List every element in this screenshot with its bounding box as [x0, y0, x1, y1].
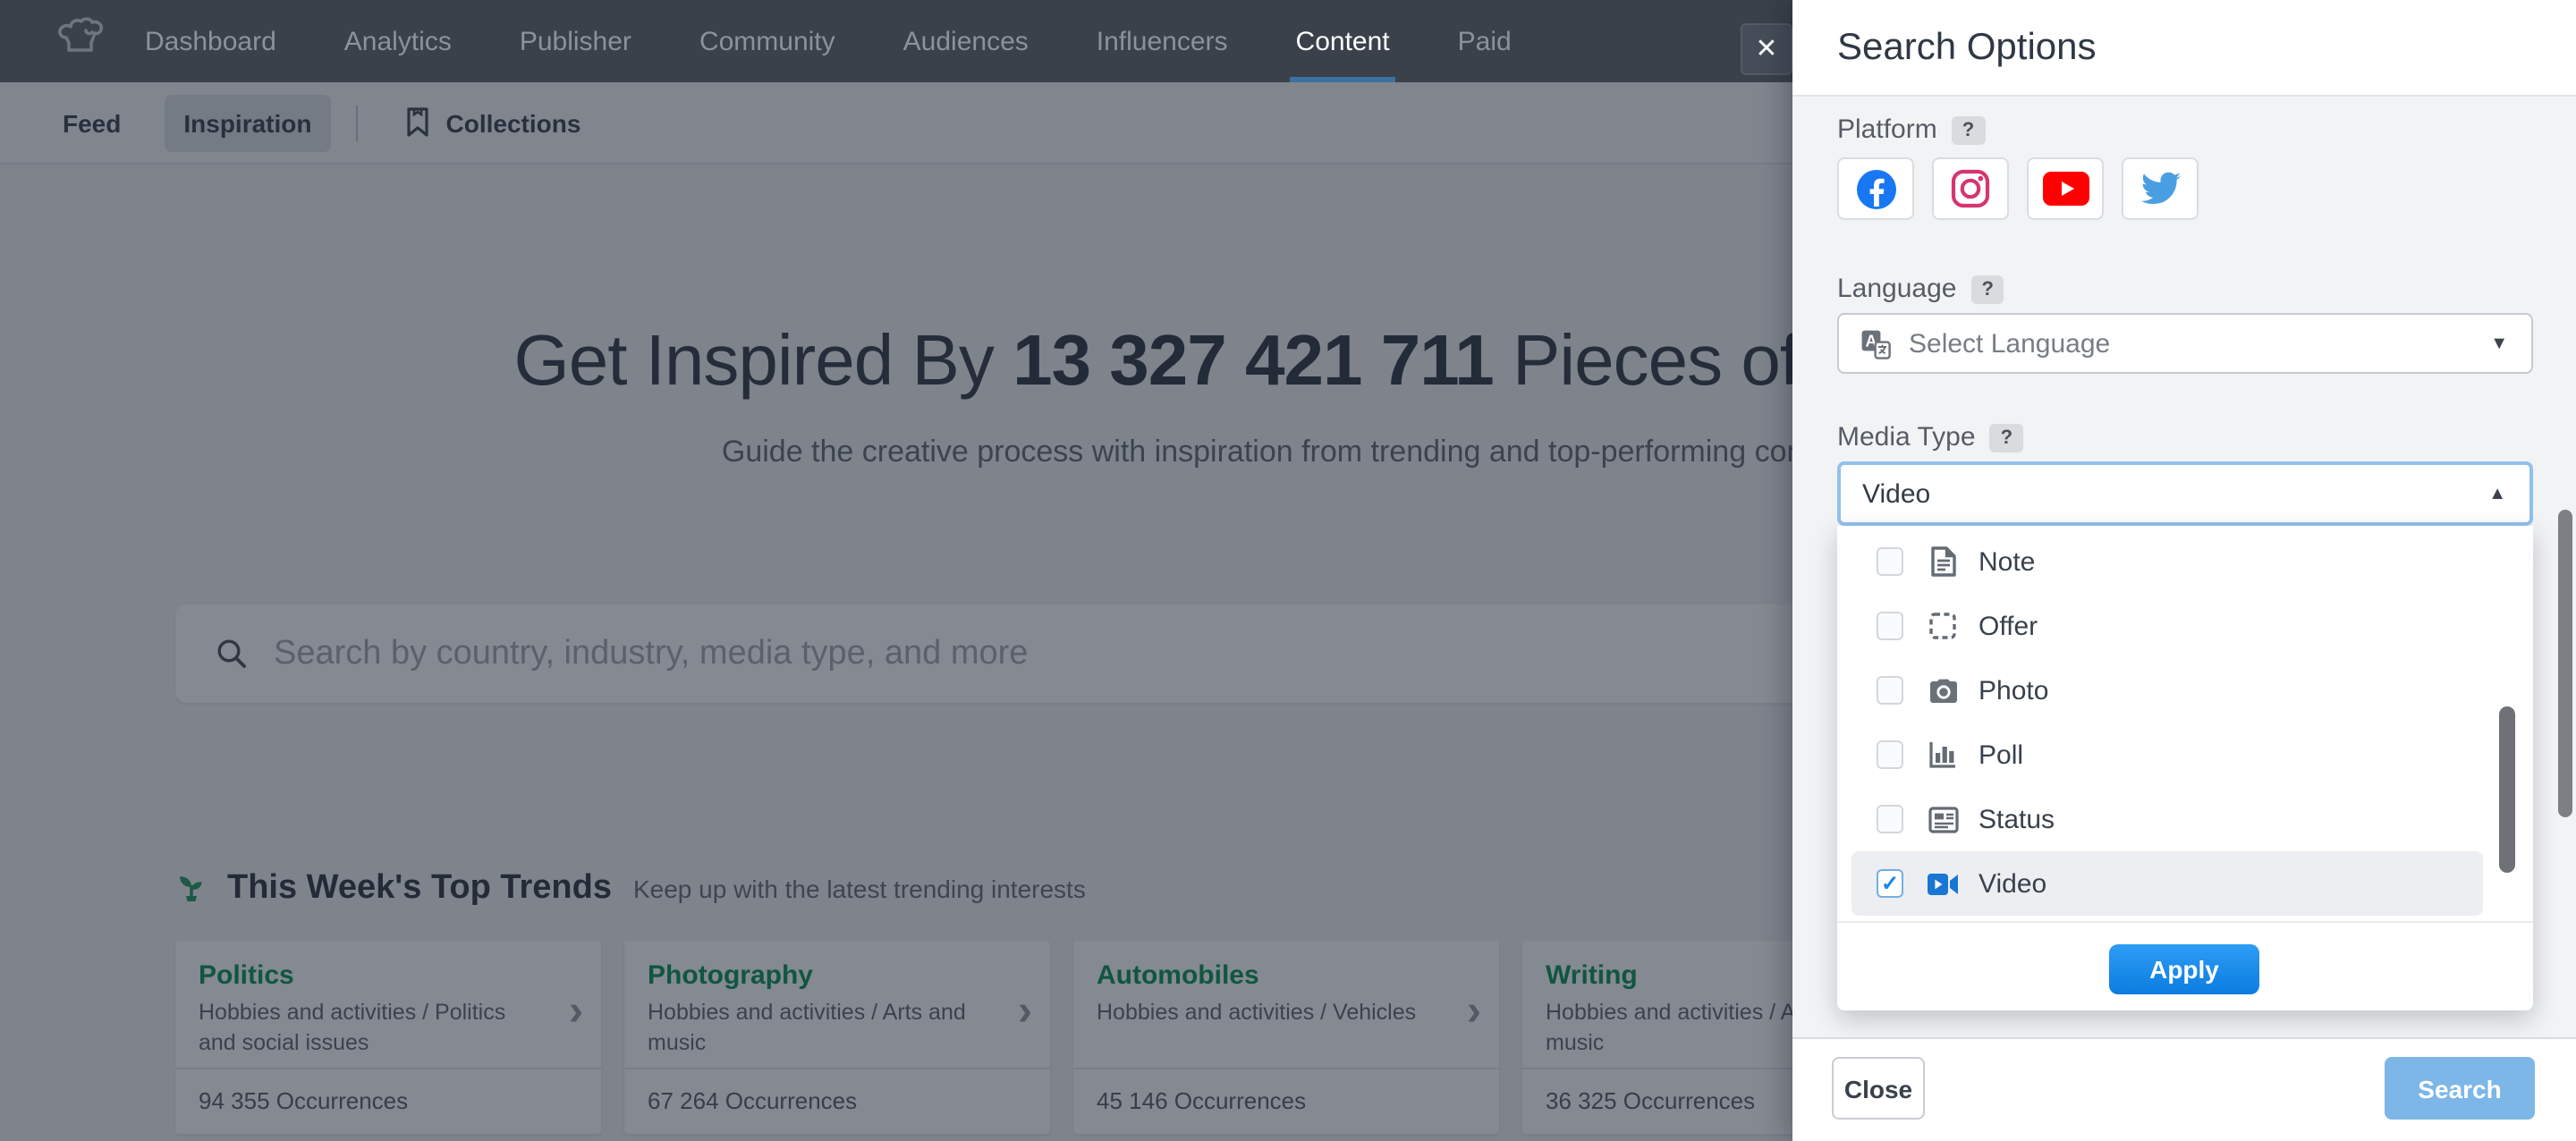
- youtube-platform-button[interactable]: [2027, 157, 2104, 220]
- dropdown-footer: Apply: [1837, 921, 2533, 1010]
- app: Dashboard Analytics Publisher Community …: [0, 0, 2576, 1141]
- media-option-label: Poll: [1979, 740, 2023, 770]
- checkbox-unchecked[interactable]: [1877, 676, 1903, 705]
- media-type-select[interactable]: Video ▲: [1837, 461, 2533, 526]
- media-option-status[interactable]: Status: [1837, 787, 2533, 851]
- logo-chef-hat-icon[interactable]: [52, 16, 113, 66]
- platform-label-text: Platform: [1837, 114, 1937, 145]
- checkbox-checked[interactable]: ✓: [1877, 869, 1903, 898]
- language-label-text: Language: [1837, 274, 1957, 304]
- nav-item-publisher[interactable]: Publisher: [486, 0, 665, 82]
- media-type-dropdown: Note Offer Photo: [1837, 526, 2533, 1010]
- language-select[interactable]: A Select Language ▼: [1837, 313, 2533, 374]
- chevron-down-icon: ▼: [2490, 334, 2508, 353]
- nav-item-influencers[interactable]: Influencers: [1063, 0, 1262, 82]
- media-option-label: Video: [1979, 868, 2046, 899]
- media-option-photo[interactable]: Photo: [1837, 658, 2533, 723]
- nav-item-paid[interactable]: Paid: [1424, 0, 1546, 82]
- checkbox-unchecked[interactable]: [1877, 740, 1903, 769]
- panel-scrollbar-thumb[interactable]: [2558, 510, 2572, 817]
- nav-item-community[interactable]: Community: [665, 0, 869, 82]
- twitter-icon: [2139, 171, 2182, 207]
- media-option-label: Offer: [1979, 611, 2038, 641]
- panel-header: Search Options: [1792, 0, 2576, 97]
- facebook-platform-button[interactable]: [1837, 157, 1914, 220]
- media-option-offer[interactable]: Offer: [1837, 594, 2533, 658]
- nav-item-content[interactable]: Content: [1262, 0, 1424, 82]
- media-type-label: Media Type ?: [1837, 422, 2023, 452]
- poll-icon: [1928, 740, 1957, 769]
- nav-item-dashboard[interactable]: Dashboard: [111, 0, 310, 82]
- instagram-icon: [1950, 168, 1991, 209]
- youtube-icon: [2042, 172, 2089, 206]
- facebook-icon: [1854, 167, 1897, 210]
- media-option-label: Note: [1979, 546, 2035, 577]
- nav-menu: Dashboard Analytics Publisher Community …: [111, 0, 1546, 82]
- help-icon[interactable]: ?: [1971, 275, 2004, 303]
- instagram-platform-button[interactable]: [1932, 157, 2009, 220]
- help-icon[interactable]: ?: [1990, 423, 2023, 452]
- media-option-note[interactable]: Note: [1837, 529, 2533, 594]
- platform-buttons: [1837, 157, 2199, 220]
- checkbox-unchecked[interactable]: [1877, 805, 1903, 833]
- translate-icon: A: [1860, 328, 1891, 359]
- media-option-label: Status: [1979, 804, 2055, 834]
- media-type-select-value: Video: [1862, 478, 1930, 509]
- note-icon: [1929, 545, 1956, 578]
- panel-title: Search Options: [1837, 27, 2097, 70]
- media-type-label-text: Media Type: [1837, 422, 1976, 452]
- media-option-video-selected[interactable]: ✓ Video: [1852, 851, 2483, 916]
- panel-footer: Close Search: [1792, 1037, 2576, 1141]
- status-icon: [1928, 806, 1958, 833]
- close-icon[interactable]: ✕: [1741, 23, 1792, 75]
- search-button[interactable]: Search: [2385, 1057, 2535, 1120]
- media-option-label: Photo: [1979, 675, 2048, 706]
- platform-label: Platform ?: [1837, 114, 1985, 145]
- close-button[interactable]: Close: [1832, 1057, 1925, 1120]
- language-select-value: Select Language: [1909, 328, 2110, 359]
- media-option-poll[interactable]: Poll: [1837, 723, 2533, 787]
- language-label: Language ?: [1837, 274, 2004, 304]
- dropdown-scrollbar-thumb[interactable]: [2499, 706, 2515, 873]
- apply-button[interactable]: Apply: [2109, 944, 2259, 994]
- video-icon: [1927, 872, 1959, 895]
- checkbox-unchecked[interactable]: [1877, 547, 1903, 576]
- nav-item-analytics[interactable]: Analytics: [310, 0, 486, 82]
- offer-icon: [1928, 612, 1957, 640]
- checkbox-unchecked[interactable]: [1877, 612, 1903, 640]
- help-icon[interactable]: ?: [1952, 115, 1985, 144]
- nav-item-audiences[interactable]: Audiences: [869, 0, 1063, 82]
- twitter-platform-button[interactable]: [2122, 157, 2199, 220]
- chevron-up-icon: ▲: [2488, 484, 2506, 503]
- modal-backdrop: [0, 82, 1792, 1141]
- search-options-panel: Search Options Platform ?: [1792, 0, 2576, 1141]
- photo-icon: [1928, 677, 1958, 704]
